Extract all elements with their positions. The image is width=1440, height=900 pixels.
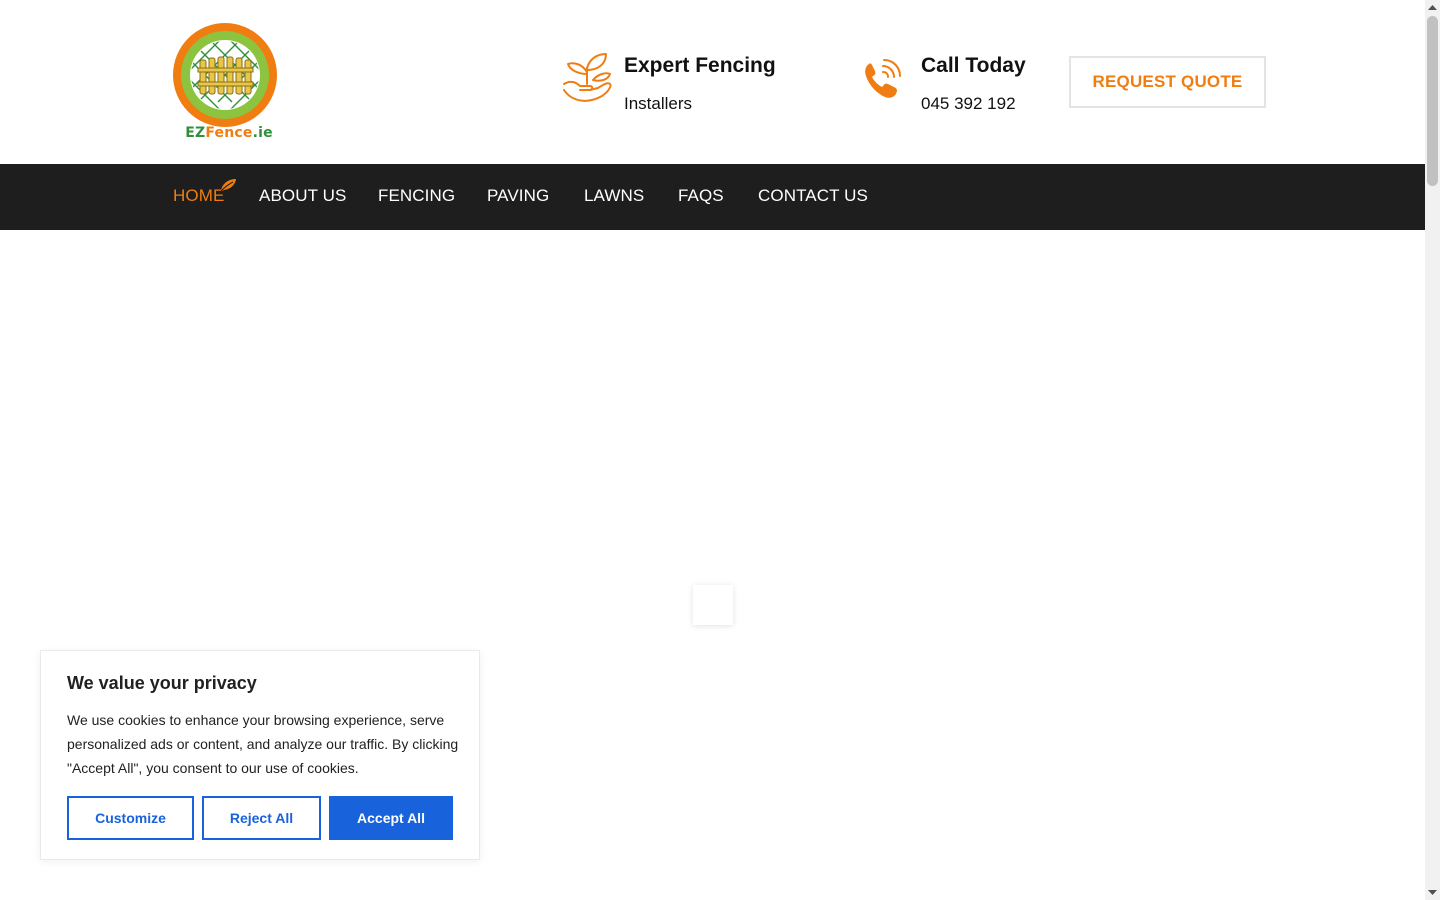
main-navigation: HOME ABOUT US FENCING PAVING LAWNS FAQS … bbox=[0, 164, 1425, 230]
expert-fencing-info: Expert Fencing Installers bbox=[560, 50, 780, 116]
call-today-title: Call Today bbox=[921, 54, 1026, 77]
nav-item-contact-us[interactable]: CONTACT US bbox=[758, 186, 868, 206]
cookie-banner-title: We value your privacy bbox=[67, 673, 257, 693]
phone-icon bbox=[865, 59, 901, 98]
scrollbar-thumb[interactable] bbox=[1427, 16, 1438, 186]
page-loader bbox=[693, 585, 733, 625]
nav-item-paving[interactable]: PAVING bbox=[487, 186, 549, 206]
vertical-scrollbar[interactable] bbox=[1425, 0, 1440, 900]
call-today-info: Call Today 045 392 192 bbox=[861, 50, 1041, 116]
customize-button[interactable]: Customize bbox=[67, 796, 194, 840]
phone-number[interactable]: 045 392 192 bbox=[921, 94, 1016, 114]
accept-all-button[interactable]: Accept All bbox=[329, 796, 453, 840]
logo-wordmark: EZFence.ie bbox=[172, 125, 286, 141]
cookie-consent-banner: We value your privacy We use cookies to … bbox=[40, 650, 480, 860]
active-leaf-icon bbox=[220, 179, 236, 192]
page: EZFence.ie Expert Fencing Installers Cal… bbox=[0, 0, 1425, 900]
site-header: EZFence.ie Expert Fencing Installers Cal… bbox=[0, 0, 1425, 164]
nav-item-fencing[interactable]: FENCING bbox=[378, 186, 455, 206]
logo-text-ie: .ie bbox=[252, 125, 273, 141]
nav-item-about-us[interactable]: ABOUT US bbox=[259, 186, 346, 206]
request-quote-button[interactable]: REQUEST QUOTE bbox=[1069, 56, 1266, 108]
nav-item-home[interactable]: HOME bbox=[173, 186, 224, 206]
cookie-banner-text: We use cookies to enhance your browsing … bbox=[67, 712, 459, 776]
nav-item-faqs[interactable]: FAQS bbox=[678, 186, 724, 206]
expert-fencing-subtitle: Installers bbox=[624, 94, 693, 113]
logo-text-ez: EZ bbox=[185, 125, 206, 141]
reject-all-button[interactable]: Reject All bbox=[202, 796, 321, 840]
logo-text-fence: Fence bbox=[205, 125, 253, 141]
logo-fence-emblem-icon bbox=[173, 23, 277, 127]
scroll-up-arrow-icon[interactable] bbox=[1425, 0, 1440, 15]
nav-item-lawns[interactable]: LAWNS bbox=[584, 186, 644, 206]
scroll-down-arrow-icon[interactable] bbox=[1425, 885, 1440, 900]
plant-hand-icon bbox=[563, 53, 612, 102]
site-logo[interactable]: EZFence.ie bbox=[172, 22, 278, 144]
expert-fencing-title: Expert Fencing bbox=[624, 54, 776, 77]
